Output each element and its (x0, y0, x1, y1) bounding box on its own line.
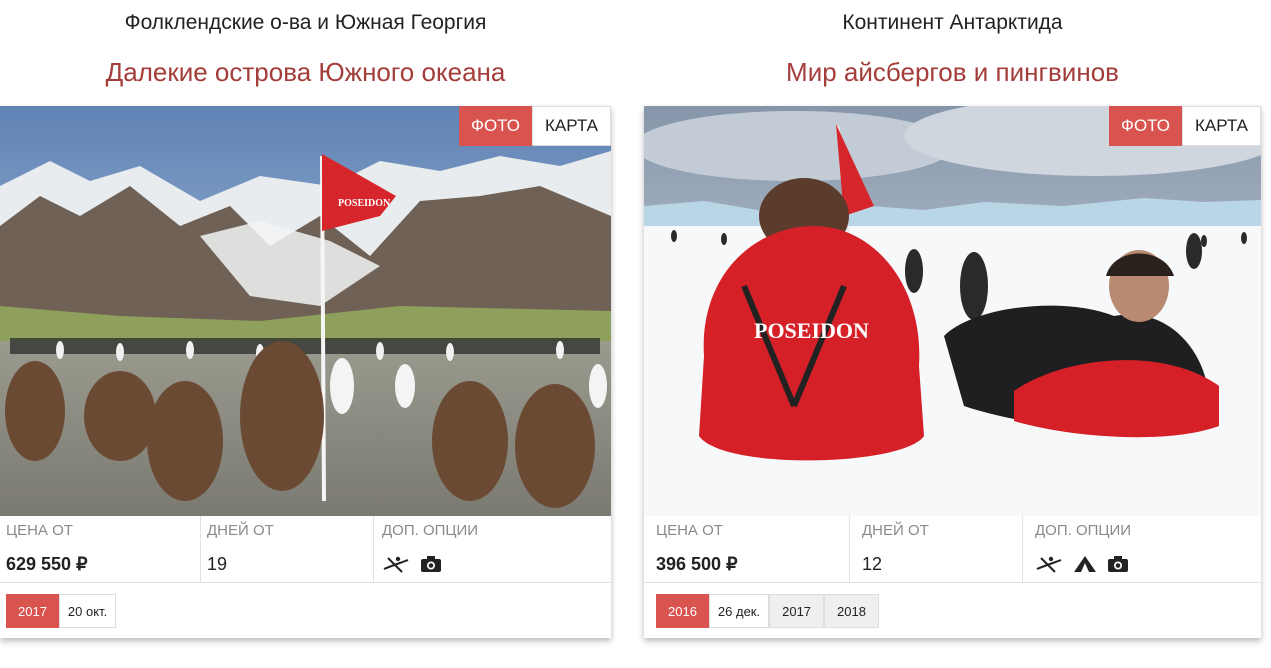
tour-photo-penguins[interactable]: POSEIDON (0, 106, 611, 516)
svg-text:POSEIDON: POSEIDON (338, 198, 391, 209)
days-value: 12 (862, 554, 883, 574)
days-cell: ДНЕЙ ОТ 19 (201, 516, 374, 582)
year-chip-active[interactable]: 2016 (656, 594, 709, 628)
tent-icon (1073, 555, 1097, 573)
year-chip-active[interactable]: 2017 (6, 594, 59, 628)
tour-info-row: ЦЕНА ОТ 629 550 ₽ ДНЕЙ ОТ 19 ДОП. ОПЦИИ (0, 516, 611, 583)
options-cell: ДОП. ОПЦИИ (374, 516, 611, 582)
photo-tab[interactable]: ФОТО (1109, 106, 1183, 146)
days-label: ДНЕЙ ОТ (862, 522, 929, 539)
price-cell: ЦЕНА ОТ 396 500 ₽ (644, 516, 850, 582)
tour-photo-antarctica[interactable]: POSEIDON (644, 106, 1261, 516)
price-value: 629 550 ₽ (6, 554, 88, 574)
view-toggle: ФОТО КАРТА (1109, 106, 1261, 146)
price-label: ЦЕНА ОТ (6, 522, 73, 539)
tour-info-row: ЦЕНА ОТ 396 500 ₽ ДНЕЙ ОТ 12 ДОП. ОПЦИИ (644, 516, 1261, 583)
tour-region: Фолклендские о-ва и Южная Георгия (124, 11, 487, 34)
tour-card: POSEIDON ФОТО КАРТА ЦЕНА ОТ 629 550 ₽ ДН… (0, 106, 611, 638)
kayak-icon (1035, 554, 1063, 574)
price-label: ЦЕНА ОТ (656, 522, 723, 539)
days-cell: ДНЕЙ ОТ 12 (850, 516, 1023, 582)
options-label: ДОП. ОПЦИИ (382, 522, 479, 539)
photo-tab[interactable]: ФОТО (459, 106, 533, 146)
departure-dates: 2016 26 дек. 2017 2018 (656, 594, 879, 628)
camera-icon (1107, 555, 1129, 573)
tour-region: Континент Антарктида (842, 11, 1063, 34)
days-label: ДНЕЙ ОТ (207, 522, 274, 539)
kayak-icon (382, 554, 410, 574)
options-label: ДОП. ОПЦИИ (1035, 522, 1132, 539)
departure-day-chip[interactable]: 26 дек. (708, 594, 770, 628)
days-value: 19 (207, 554, 228, 574)
tour-card: POSEIDON ФОТО КАРТА ЦЕНА ОТ 396 500 ₽ ДН… (644, 106, 1261, 638)
svg-text:POSEIDON: POSEIDON (754, 318, 869, 343)
options-cell: ДОП. ОПЦИИ (1023, 516, 1261, 582)
tour-title-link[interactable]: Мир айсбергов и пингвинов (644, 56, 1261, 88)
year-chip[interactable]: 2018 (824, 594, 879, 628)
map-tab[interactable]: КАРТА (1182, 106, 1261, 146)
photo-illustration: POSEIDON (644, 106, 1261, 516)
departure-day-chip[interactable]: 20 окт. (58, 594, 117, 628)
view-toggle: ФОТО КАРТА (459, 106, 611, 146)
year-chip[interactable]: 2017 (769, 594, 825, 628)
map-tab[interactable]: КАРТА (532, 106, 611, 146)
tour-title-link[interactable]: Далекие острова Южного океана (0, 56, 611, 88)
departure-dates: 2017 20 окт. (6, 594, 117, 628)
camera-icon (420, 555, 442, 573)
price-value: 396 500 ₽ (656, 554, 738, 574)
price-cell: ЦЕНА ОТ 629 550 ₽ (0, 516, 201, 582)
photo-illustration: POSEIDON (0, 106, 611, 516)
